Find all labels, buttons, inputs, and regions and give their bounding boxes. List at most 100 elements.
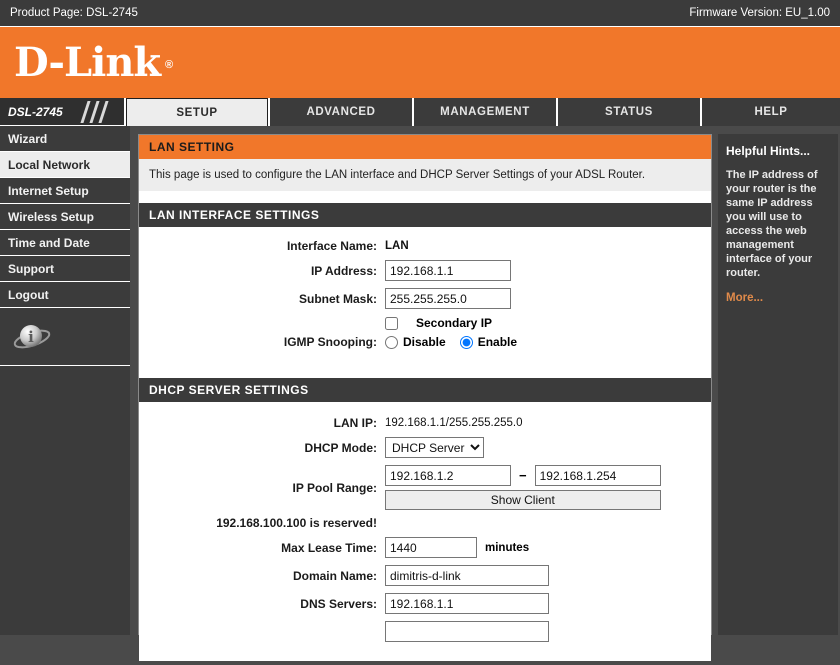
- igmp-snooping-label: IGMP Snooping:: [139, 335, 385, 349]
- ip-pool-controls: − Show Client: [385, 465, 661, 510]
- tab-management-label: MANAGEMENT: [440, 106, 530, 118]
- dns-servers-label: DNS Servers:: [139, 597, 385, 611]
- tab-advanced[interactable]: ADVANCED: [270, 98, 412, 126]
- ip-pool-line: −: [385, 465, 661, 486]
- dhcp-mode-label: DHCP Mode:: [139, 441, 385, 455]
- sidebar-item-time-and-date[interactable]: Time and Date: [0, 230, 130, 256]
- igmp-enable-radio[interactable]: [460, 336, 473, 349]
- dhcp-server-heading: DHCP SERVER SETTINGS: [139, 378, 711, 402]
- tab-setup[interactable]: SETUP: [126, 98, 268, 126]
- interface-name-label: Interface Name:: [139, 239, 385, 253]
- sidebar-nav: Wizard Local Network Internet Setup Wire…: [0, 126, 130, 635]
- ip-pool-separator: −: [519, 468, 527, 483]
- sidebar-item-local-network[interactable]: Local Network: [0, 152, 130, 178]
- max-lease-time-units: minutes: [485, 542, 529, 554]
- max-lease-time-label: Max Lease Time:: [139, 541, 385, 555]
- igmp-disable-label: Disable: [403, 335, 446, 349]
- dns-server-2-row: [139, 621, 701, 642]
- content-panel: LAN SETTING This page is used to configu…: [138, 134, 712, 635]
- sidebar-item-logout[interactable]: Logout: [0, 282, 130, 308]
- ip-pool-end-input[interactable]: [535, 465, 661, 486]
- page-body: Wizard Local Network Internet Setup Wire…: [0, 126, 840, 635]
- sidebar-item-label: Local Network: [8, 158, 90, 172]
- product-page-label: Product Page: DSL-2745: [10, 7, 138, 19]
- show-client-button[interactable]: Show Client: [385, 490, 661, 510]
- domain-name-row: Domain Name:: [139, 565, 701, 586]
- secondary-ip-checkbox[interactable]: [385, 317, 398, 330]
- registered-mark: ®: [165, 45, 172, 85]
- sidebar-item-wireless-setup[interactable]: Wireless Setup: [0, 204, 130, 230]
- reserved-note-row: 192.168.100.100 is reserved!: [139, 517, 701, 530]
- hints-more-link[interactable]: More...: [726, 292, 830, 304]
- model-label: DSL-2745: [8, 105, 63, 119]
- lan-ip-row: LAN IP: 192.168.1.1/255.255.255.0: [139, 416, 701, 430]
- page-title: LAN SETTING: [139, 135, 711, 159]
- sidebar-item-support[interactable]: Support: [0, 256, 130, 282]
- lan-ip-label: LAN IP:: [139, 416, 385, 430]
- dns-server-1-input[interactable]: [385, 593, 549, 614]
- helpful-hints-panel: Helpful Hints... The IP address of your …: [718, 134, 838, 635]
- dhcp-server-body: LAN IP: 192.168.1.1/255.255.255.0 DHCP M…: [139, 402, 711, 661]
- section-gap: [139, 191, 711, 203]
- dns-servers-row: DNS Servers:: [139, 593, 701, 614]
- sidebar-item-label: Support: [8, 262, 54, 276]
- sidebar-item-label: Logout: [8, 288, 49, 302]
- subnet-mask-label: Subnet Mask:: [139, 292, 385, 306]
- section-gap-2: [139, 366, 711, 378]
- dns-server-2-input[interactable]: [385, 621, 549, 642]
- secondary-ip-label: Secondary IP: [416, 316, 492, 330]
- ip-pool-start-input[interactable]: [385, 465, 511, 486]
- sidebar-item-label: Internet Setup: [8, 184, 89, 198]
- igmp-disable-radio[interactable]: [385, 336, 398, 349]
- page-description: This page is used to configure the LAN i…: [139, 159, 711, 191]
- tab-help-label: HELP: [754, 106, 787, 118]
- tab-help[interactable]: HELP: [702, 98, 840, 126]
- tab-management[interactable]: MANAGEMENT: [414, 98, 556, 126]
- model-badge: DSL-2745: [0, 98, 124, 126]
- reserved-ip-note: 192.168.100.100 is reserved!: [139, 517, 385, 530]
- sidebar-item-label: Wizard: [8, 132, 47, 146]
- logo-text: D-Link: [14, 39, 160, 86]
- info-orb-icon: i: [12, 317, 52, 357]
- igmp-enable-label: Enable: [478, 335, 517, 349]
- ip-address-label: IP Address:: [139, 264, 385, 278]
- ip-address-row: IP Address:: [139, 260, 701, 281]
- tab-setup-label: SETUP: [176, 107, 217, 119]
- max-lease-time-row: Max Lease Time: minutes: [139, 537, 701, 558]
- domain-name-label: Domain Name:: [139, 569, 385, 583]
- main-tab-bar: DSL-2745 SETUP ADVANCED MANAGEMENT STATU…: [0, 98, 840, 126]
- router-admin-page: Product Page: DSL-2745 Firmware Version:…: [0, 0, 840, 665]
- secondary-ip-row: Secondary IP: [139, 316, 701, 330]
- interface-name-value: LAN: [385, 240, 409, 252]
- slash-decoration-icon: [82, 98, 116, 125]
- brand-header: D-Link®: [0, 26, 840, 98]
- lan-interface-heading: LAN INTERFACE SETTINGS: [139, 203, 711, 227]
- dhcp-mode-select[interactable]: DHCP Server: [385, 437, 484, 458]
- subnet-mask-input[interactable]: [385, 288, 511, 309]
- hints-title: Helpful Hints...: [726, 144, 830, 158]
- subnet-mask-row: Subnet Mask:: [139, 288, 701, 309]
- ip-pool-range-row: IP Pool Range: − Show Client: [139, 465, 701, 510]
- hints-body: The IP address of your router is the sam…: [726, 168, 830, 280]
- ip-address-input[interactable]: [385, 260, 511, 281]
- domain-name-input[interactable]: [385, 565, 549, 586]
- tab-advanced-label: ADVANCED: [306, 106, 375, 118]
- tab-status[interactable]: STATUS: [558, 98, 700, 126]
- sidebar-item-internet-setup[interactable]: Internet Setup: [0, 178, 130, 204]
- sidebar-item-label: Wireless Setup: [8, 210, 94, 224]
- tab-status-label: STATUS: [605, 106, 653, 118]
- interface-name-row: Interface Name: LAN: [139, 239, 701, 253]
- sidebar-item-wizard[interactable]: Wizard: [0, 126, 130, 152]
- dlink-logo: D-Link®: [14, 43, 160, 83]
- sidebar-item-label: Time and Date: [8, 236, 90, 250]
- main-region: LAN SETTING This page is used to configu…: [130, 126, 840, 635]
- lan-interface-body: Interface Name: LAN IP Address: Subnet M…: [139, 227, 711, 366]
- lan-ip-value: 192.168.1.1/255.255.255.0: [385, 417, 523, 429]
- svg-text:i: i: [28, 328, 34, 346]
- firmware-version-label: Firmware Version: EU_1.00: [689, 7, 830, 19]
- top-status-bar: Product Page: DSL-2745 Firmware Version:…: [0, 0, 840, 26]
- dhcp-mode-row: DHCP Mode: DHCP Server: [139, 437, 701, 458]
- sidebar-info-box: i: [0, 308, 130, 366]
- max-lease-time-input[interactable]: [385, 537, 477, 558]
- ip-pool-range-label: IP Pool Range:: [139, 481, 385, 495]
